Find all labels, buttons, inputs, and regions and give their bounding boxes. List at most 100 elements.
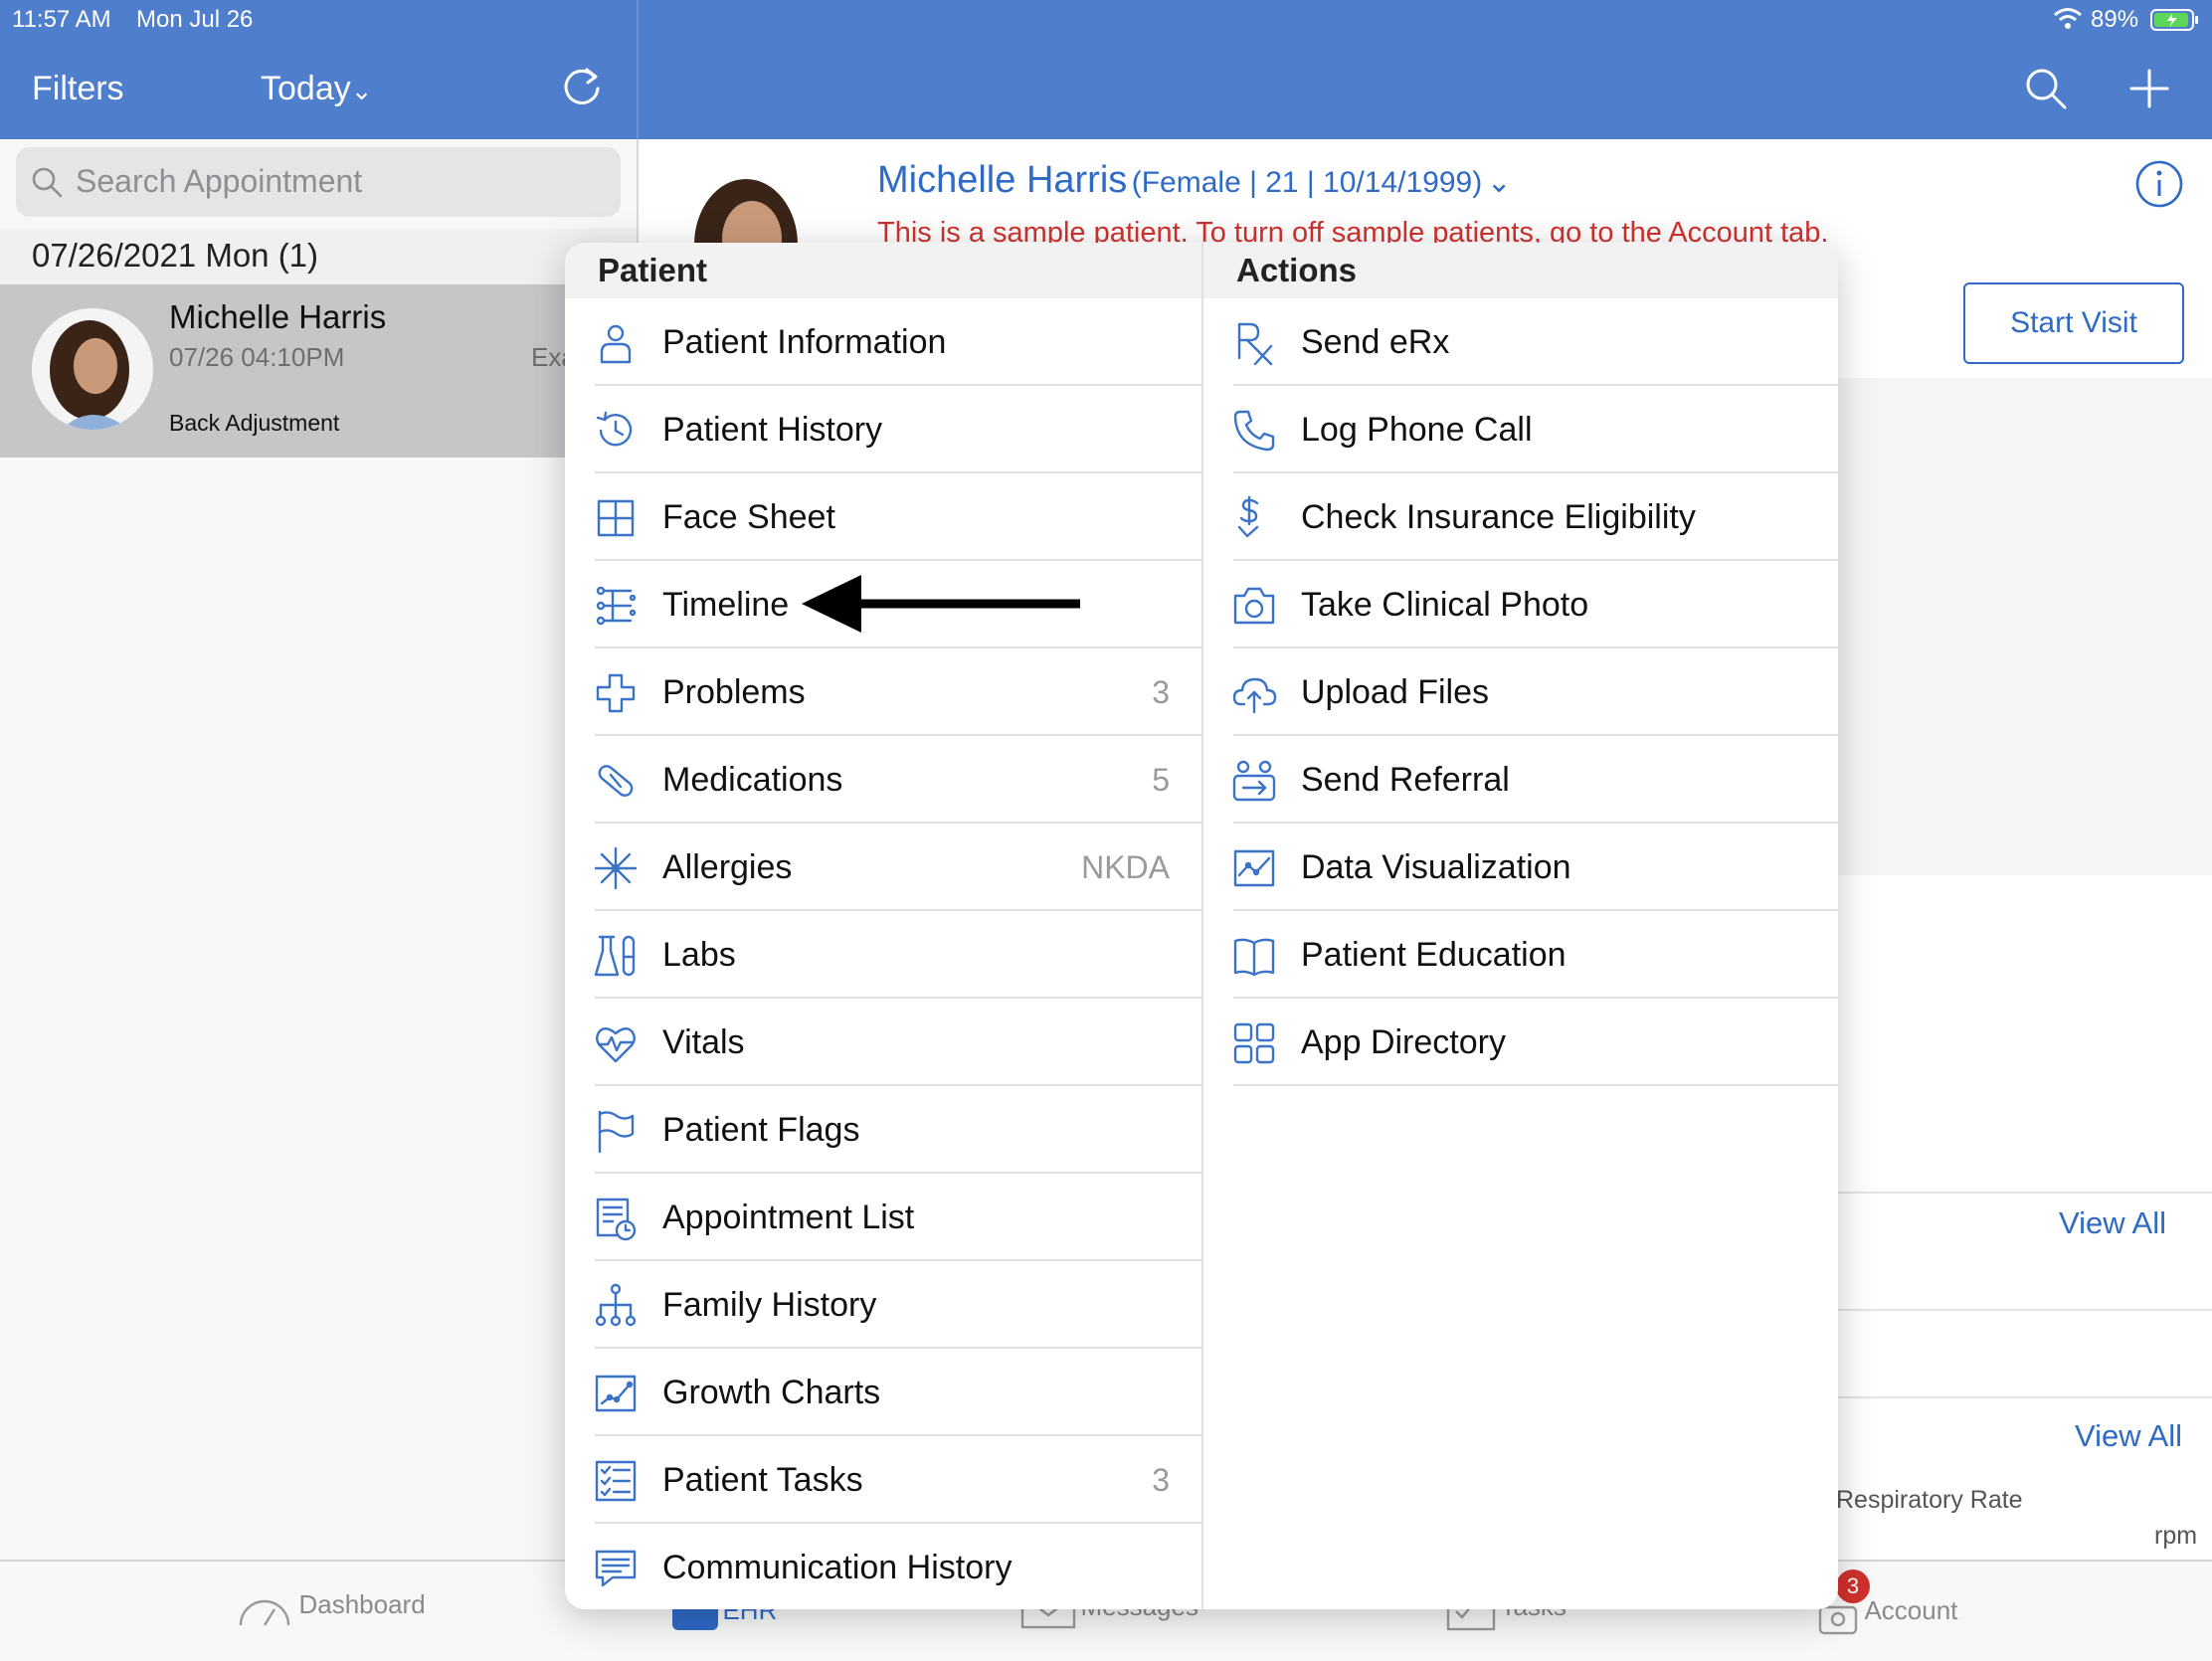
date-header-label: 07/26/2021 Mon (1) bbox=[32, 237, 319, 274]
app-grid-icon bbox=[1231, 1020, 1277, 1066]
menu-item-label: Vitals bbox=[662, 1023, 745, 1061]
menu-item-count: NKDA bbox=[1081, 849, 1170, 885]
arrow-annotation-icon bbox=[802, 575, 1080, 633]
menu-item-family-history[interactable]: Family History bbox=[565, 1261, 1201, 1349]
tab-account[interactable]: Account bbox=[1816, 1595, 1957, 1635]
menu-item-log-phone-call[interactable]: Log Phone Call bbox=[1203, 386, 1838, 473]
menu-item-send-referral[interactable]: Send Referral bbox=[1203, 736, 1838, 824]
menu-item-label: Patient Flags bbox=[662, 1111, 860, 1149]
menu-item-label: Take Clinical Photo bbox=[1301, 586, 1589, 624]
appointment-patient-name: Michelle Harris bbox=[169, 298, 387, 335]
appointment-row[interactable]: Michelle Harris 07/26 04:10PM Back Adjus… bbox=[0, 284, 637, 458]
medical-cross-icon bbox=[593, 670, 639, 716]
chevron-down-icon: ⌄ bbox=[350, 76, 373, 105]
patient-section-header: Patient bbox=[565, 243, 1201, 298]
menu-item-app-directory[interactable]: App Directory bbox=[1203, 999, 1838, 1086]
view-all-link[interactable]: View All bbox=[2059, 1205, 2166, 1241]
menu-item-patient-education[interactable]: Patient Education bbox=[1203, 911, 1838, 999]
divider bbox=[1836, 1192, 2212, 1194]
grid-icon bbox=[593, 495, 639, 541]
patient-name: Michelle Harris bbox=[877, 159, 1128, 201]
search-icon bbox=[30, 165, 64, 204]
account-badge: 3 bbox=[1836, 1569, 1870, 1603]
tab-account-label: Account bbox=[1864, 1595, 1958, 1626]
timeline-icon bbox=[593, 583, 639, 629]
menu-item-label: Patient Tasks bbox=[662, 1461, 863, 1499]
menu-item-problems[interactable]: Problems 3 bbox=[565, 648, 1201, 736]
appointment-time: 07/26 04:10PM bbox=[169, 342, 345, 372]
menu-item-patient-history[interactable]: Patient History bbox=[565, 386, 1201, 473]
menu-item-label: Patient Education bbox=[1301, 936, 1567, 974]
referral-icon bbox=[1231, 758, 1277, 804]
menu-item-take-clinical-photo[interactable]: Take Clinical Photo bbox=[1203, 561, 1838, 648]
refresh-icon[interactable] bbox=[559, 64, 605, 114]
tab-dashboard-label: Dashboard bbox=[298, 1589, 426, 1620]
menu-item-label: Send Referral bbox=[1301, 761, 1510, 799]
menu-item-allergies[interactable]: Allergies NKDA bbox=[565, 824, 1201, 911]
menu-item-send-erx[interactable]: Send eRx bbox=[1203, 298, 1838, 386]
menu-item-label: App Directory bbox=[1301, 1023, 1506, 1061]
menu-item-patient-information[interactable]: Patient Information bbox=[565, 298, 1201, 386]
rx-icon bbox=[1231, 320, 1277, 366]
info-icon[interactable] bbox=[2134, 159, 2184, 214]
start-visit-button[interactable]: Start Visit bbox=[1963, 282, 2184, 364]
menu-item-data-visualization[interactable]: Data Visualization bbox=[1203, 824, 1838, 911]
lab-flask-icon bbox=[593, 933, 639, 979]
menu-item-face-sheet[interactable]: Face Sheet bbox=[565, 473, 1201, 561]
menu-item-label: Face Sheet bbox=[662, 498, 835, 536]
phone-icon bbox=[1231, 408, 1277, 454]
today-label: Today bbox=[261, 70, 351, 107]
menu-item-growth-charts[interactable]: Growth Charts bbox=[565, 1349, 1201, 1436]
menu-item-label: Family History bbox=[662, 1286, 877, 1324]
chat-bubble-icon bbox=[593, 1546, 639, 1591]
divider bbox=[1836, 1396, 2212, 1398]
menu-item-check-insurance-eligibility[interactable]: Check Insurance Eligibility bbox=[1203, 473, 1838, 561]
family-tree-icon bbox=[593, 1283, 639, 1329]
sample-patient-notice: This is a sample patient. To turn off sa… bbox=[877, 217, 1829, 245]
chevron-down-icon: ⌄ bbox=[1486, 166, 1512, 199]
battery-percent: 89% bbox=[2091, 6, 2139, 33]
menu-item-label: Medications bbox=[662, 761, 843, 799]
search-placeholder: Search Appointment bbox=[76, 163, 363, 199]
data-chart-icon bbox=[1231, 845, 1277, 891]
menu-item-vitals[interactable]: Vitals bbox=[565, 999, 1201, 1086]
view-all-link[interactable]: View All bbox=[2075, 1418, 2182, 1454]
menu-item-communication-history[interactable]: Communication History bbox=[565, 1524, 1201, 1609]
dashboard-gauge-icon bbox=[239, 1599, 290, 1626]
patient-demographics: (Female | 21 | 10/14/1999) bbox=[1131, 166, 1483, 199]
status-date: Mon Jul 26 bbox=[136, 6, 254, 33]
menu-item-label: Timeline bbox=[662, 586, 790, 624]
camera-icon bbox=[1231, 583, 1277, 629]
menu-item-count: 3 bbox=[1152, 1462, 1170, 1498]
patient-header[interactable]: Michelle Harris (Female | 21 | 10/14/199… bbox=[877, 159, 1512, 202]
menu-item-label: Send eRx bbox=[1301, 323, 1450, 361]
menu-item-label: Communication History bbox=[662, 1549, 1013, 1586]
menu-item-upload-files[interactable]: Upload Files bbox=[1203, 648, 1838, 736]
menu-item-medications[interactable]: Medications 5 bbox=[565, 736, 1201, 824]
menu-item-label: Allergies bbox=[662, 848, 793, 886]
menu-item-label: Labs bbox=[662, 936, 736, 974]
filters-button[interactable]: Filters bbox=[32, 70, 124, 108]
flag-icon bbox=[593, 1108, 639, 1154]
wifi-icon bbox=[2053, 6, 2083, 37]
menu-item-label: Log Phone Call bbox=[1301, 411, 1533, 449]
pill-icon bbox=[593, 758, 639, 804]
actions-section-title: Actions bbox=[1236, 252, 1358, 288]
add-icon[interactable] bbox=[2128, 68, 2170, 114]
cloud-upload-icon bbox=[1231, 670, 1277, 716]
row-separator bbox=[1233, 1084, 1838, 1086]
menu-item-label: Patient Information bbox=[662, 323, 947, 361]
menu-item-patient-tasks[interactable]: Patient Tasks 3 bbox=[565, 1436, 1201, 1524]
search-icon[interactable] bbox=[2023, 66, 2069, 116]
actions-section-header: Actions bbox=[1203, 243, 1838, 298]
patient-actions-popover: Patient Actions Patient Information Patie… bbox=[565, 243, 1838, 1609]
menu-item-appointment-list[interactable]: Appointment List bbox=[565, 1174, 1201, 1261]
menu-item-labs[interactable]: Labs bbox=[565, 911, 1201, 999]
search-appointment-field[interactable]: Search Appointment bbox=[16, 147, 621, 217]
menu-item-patient-flags[interactable]: Patient Flags bbox=[565, 1086, 1201, 1174]
tab-dashboard[interactable]: Dashboard bbox=[235, 1587, 426, 1631]
today-dropdown[interactable]: Today⌄ bbox=[261, 70, 373, 108]
menu-item-count: 5 bbox=[1152, 762, 1170, 798]
heart-pulse-icon bbox=[593, 1020, 639, 1066]
nav-divider bbox=[637, 0, 639, 139]
